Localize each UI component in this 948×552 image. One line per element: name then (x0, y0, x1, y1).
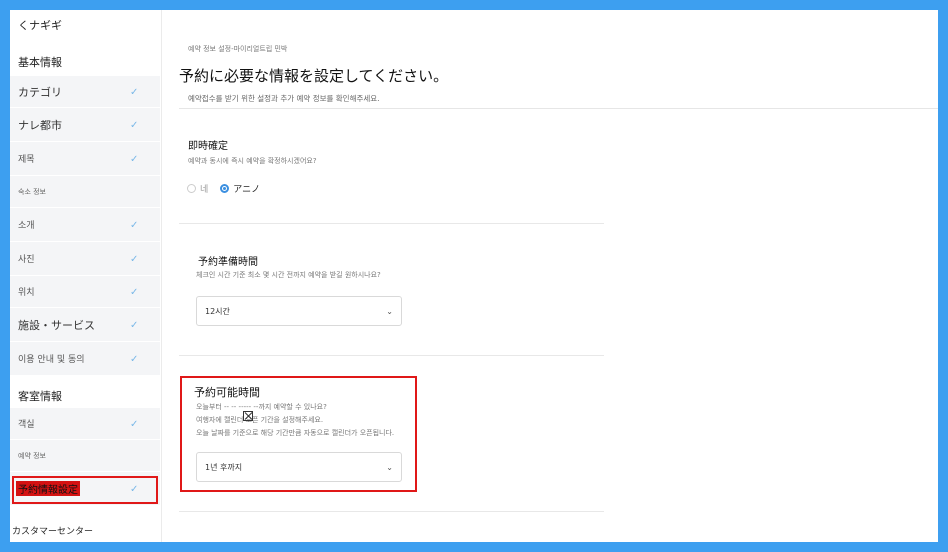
sidebar-item-label: 위치 (18, 288, 35, 298)
chevron-down-icon: ⌄ (386, 306, 393, 316)
customer-center-link[interactable]: カスタマーセンター (12, 524, 93, 537)
sidebar-item[interactable]: 施設・サービス ✓ (10, 308, 160, 342)
sidebar-item[interactable]: 소개 ✓ (10, 208, 160, 242)
prep-time-desc: 체크인 시간 기준 최소 몇 시간 전까지 예약을 받길 원하시나요? (196, 271, 381, 279)
highlight-box-available-time (180, 376, 417, 492)
highlight-box-sidebar (12, 476, 158, 504)
radio-no-label: アニノ (233, 185, 261, 195)
sidebar-item-label: 사진 (18, 255, 35, 265)
section-header-room: 客室情報 (18, 390, 62, 403)
breadcrumb: 예약 정보 설정-마이리얼트립 민박 (188, 45, 288, 53)
check-icon: ✓ (130, 418, 139, 430)
sidebar-item[interactable]: ナレ都市 ✓ (10, 108, 160, 142)
sidebar-item-label: 이용 안내 및 동의 (18, 355, 85, 365)
check-icon: ✓ (130, 219, 139, 231)
section-divider (179, 511, 604, 512)
instant-confirm-title: 即時確定 (184, 135, 232, 154)
check-icon: ✓ (130, 153, 139, 165)
section-header-basic: 基本情報 (18, 56, 62, 69)
check-icon: ✓ (130, 353, 139, 365)
sidebar-item-label: 예약 정보 (18, 451, 46, 460)
sidebar: くナギギ 基本情報 カテゴリ ✓ ナレ都市 ✓ 제목 ✓ 숙소 정보 소개 ✓ 사진 ✓ 위치 ✓ 施設・… (10, 10, 162, 542)
instant-confirm-desc: 예약과 동시에 즉시 예약을 확정하시겠어요? (188, 157, 317, 165)
sidebar-item-label: 소개 (18, 221, 35, 231)
radio-option-no[interactable]: アニノ (220, 182, 260, 195)
section-divider (179, 223, 604, 224)
prep-time-title: 予約準備時間 (194, 251, 262, 270)
radio-option-yes[interactable]: 네 (187, 182, 208, 195)
sidebar-item[interactable]: 객실 ✓ (10, 408, 160, 440)
sidebar-item-label: カテゴリ (18, 85, 62, 99)
prep-time-value: 12시간 (205, 306, 230, 316)
check-icon: ✓ (130, 86, 139, 98)
instant-confirm-radio-group: 네 アニノ (187, 182, 272, 195)
sidebar-item[interactable]: 이용 안내 및 동의 ✓ (10, 342, 160, 376)
sidebar-item[interactable]: 제목 ✓ (10, 142, 160, 176)
radio-yes-label: 네 (200, 185, 209, 195)
main-content: 예약 정보 설정-마이리얼트립 민박 予約に必要な情報を設定してください。 예약… (163, 10, 938, 542)
back-link[interactable]: くナギギ (18, 17, 62, 33)
sidebar-item-label: 施設・サービス (18, 318, 95, 332)
page-subtitle: 예약접수를 받기 위한 설정과 추가 예약 정보를 확인해주세요. (188, 94, 380, 103)
app-window: くナギギ 基本情報 カテゴリ ✓ ナレ都市 ✓ 제목 ✓ 숙소 정보 소개 ✓ 사진 ✓ 위치 ✓ 施設・… (10, 10, 938, 542)
sidebar-item-label: ナレ都市 (18, 118, 62, 132)
sidebar-item[interactable]: 숙소 정보 (10, 176, 160, 208)
sidebar-item-label: 객실 (18, 420, 35, 430)
radio-yes-circle[interactable] (187, 184, 196, 193)
check-icon: ✓ (130, 119, 139, 131)
check-icon: ✓ (130, 253, 139, 265)
sidebar-item-label: 제목 (18, 155, 35, 165)
sidebar-item[interactable]: カテゴリ ✓ (10, 76, 160, 108)
title-divider (179, 108, 938, 109)
sidebar-item[interactable]: 사진 ✓ (10, 242, 160, 276)
sidebar-item[interactable]: 위치 ✓ (10, 276, 160, 308)
section-divider (179, 355, 604, 356)
sidebar-item[interactable]: 예약 정보 (10, 440, 160, 472)
page-title: 予約に必要な情報を設定してください。 (179, 67, 449, 85)
check-icon: ✓ (130, 286, 139, 298)
prep-time-select[interactable]: 12시간 ⌄ (196, 296, 402, 326)
check-icon: ✓ (130, 319, 139, 331)
radio-no-circle[interactable] (220, 184, 230, 193)
sidebar-item-label: 숙소 정보 (18, 187, 46, 196)
